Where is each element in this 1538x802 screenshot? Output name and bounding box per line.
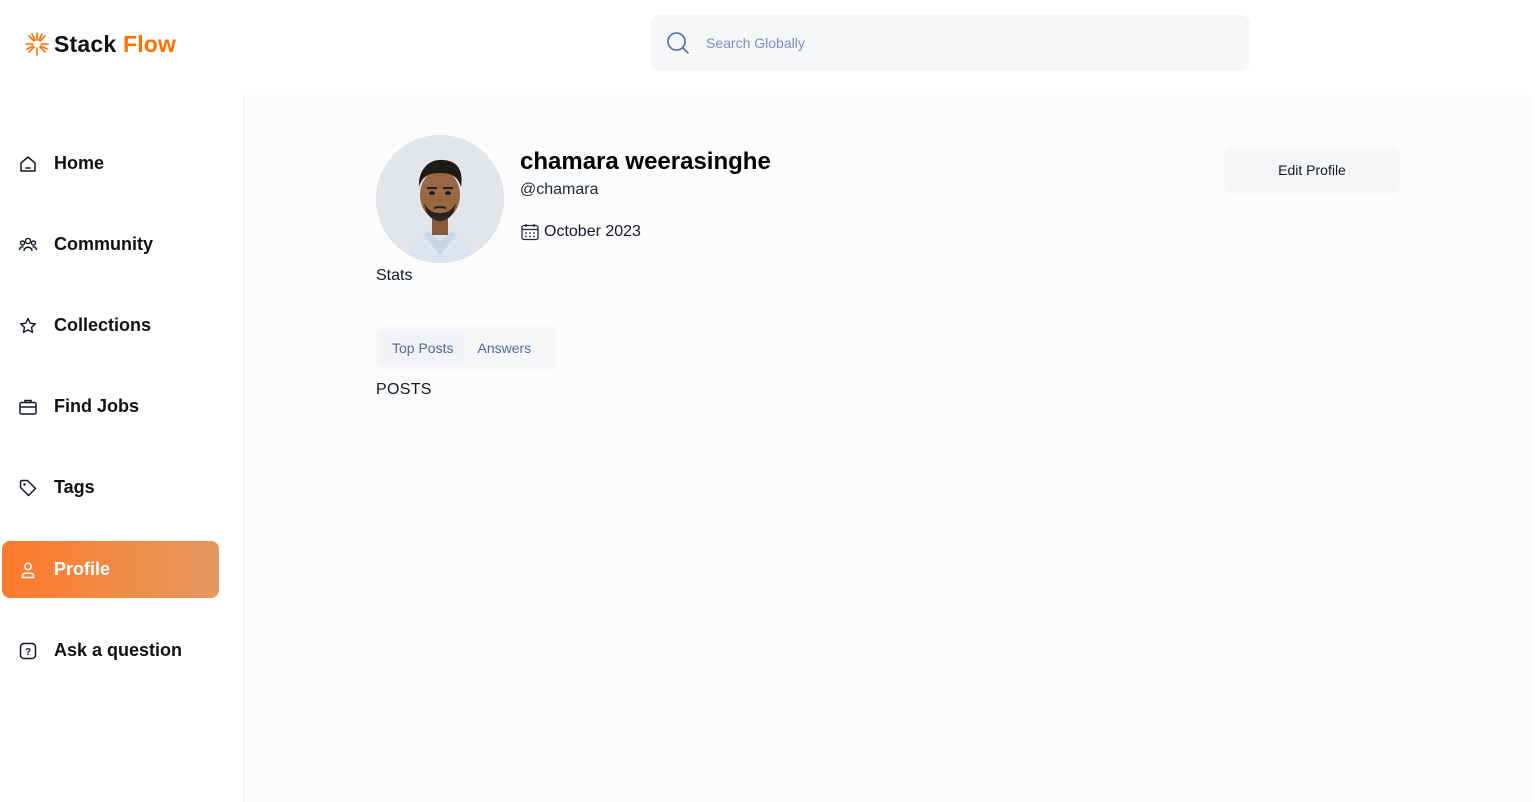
sidebar-item-label: Community xyxy=(54,234,153,254)
tab-answers[interactable]: Answers xyxy=(465,331,543,365)
sidebar-item-community[interactable]: Community xyxy=(2,216,219,273)
svg-text:?: ? xyxy=(25,647,31,658)
community-icon xyxy=(18,235,38,255)
profile-avatar xyxy=(376,135,504,263)
search-icon xyxy=(667,32,689,54)
sidebar-item-label: Collections xyxy=(54,315,152,335)
profile-tabs: Top Posts Answers xyxy=(376,327,556,369)
profile-username: @chamara xyxy=(520,181,599,198)
logo-burst-icon xyxy=(25,32,49,56)
user-icon xyxy=(18,560,38,580)
joined-date-text: October 2023 xyxy=(544,223,641,240)
profile-name: chamara weerasinghe xyxy=(520,148,771,175)
sidebar-item-tags[interactable]: Tags xyxy=(2,459,219,516)
home-icon xyxy=(18,154,38,174)
sidebar-item-collections[interactable]: Collections xyxy=(2,297,219,354)
logo-word-stack: Stack xyxy=(54,30,117,57)
search-input[interactable] xyxy=(706,35,1226,51)
sidebar-item-home[interactable]: Home xyxy=(2,135,219,192)
tag-icon xyxy=(18,478,38,498)
calendar-icon xyxy=(521,224,539,241)
logo-text: Stack Flow xyxy=(54,31,176,58)
question-icon: ? xyxy=(18,641,38,661)
logo-word-flow: Flow xyxy=(122,30,177,57)
sidebar-item-label: Ask a question xyxy=(54,640,183,660)
sidebar-item-label: Find Jobs xyxy=(54,396,139,416)
global-search[interactable] xyxy=(650,15,1250,71)
briefcase-icon xyxy=(18,397,38,417)
sidebar-item-label: Profile xyxy=(54,559,111,579)
posts-content: POSTS xyxy=(376,381,432,398)
sidebar-item-label: Home xyxy=(54,153,105,173)
star-icon xyxy=(18,316,38,336)
scrollbar-track[interactable] xyxy=(1530,95,1538,802)
avatar-photo xyxy=(376,135,504,263)
sidebar-item-find-jobs[interactable]: Find Jobs xyxy=(2,378,219,435)
joined-date: October 2023 xyxy=(520,222,641,242)
sidebar-item-ask-question[interactable]: ? Ask a question xyxy=(2,622,219,679)
sidebar-item-profile[interactable]: Profile xyxy=(2,541,219,598)
stats-heading: Stats xyxy=(376,267,413,284)
edit-profile-button[interactable]: Edit Profile xyxy=(1224,147,1400,193)
left-sidebar: Home Community Collections Find Jobs Tag… xyxy=(0,95,244,802)
top-header: Stack Flow xyxy=(0,0,1538,95)
tab-top-posts[interactable]: Top Posts xyxy=(380,331,466,365)
app-logo[interactable]: Stack Flow xyxy=(24,30,176,58)
sidebar-item-label: Tags xyxy=(54,477,95,497)
